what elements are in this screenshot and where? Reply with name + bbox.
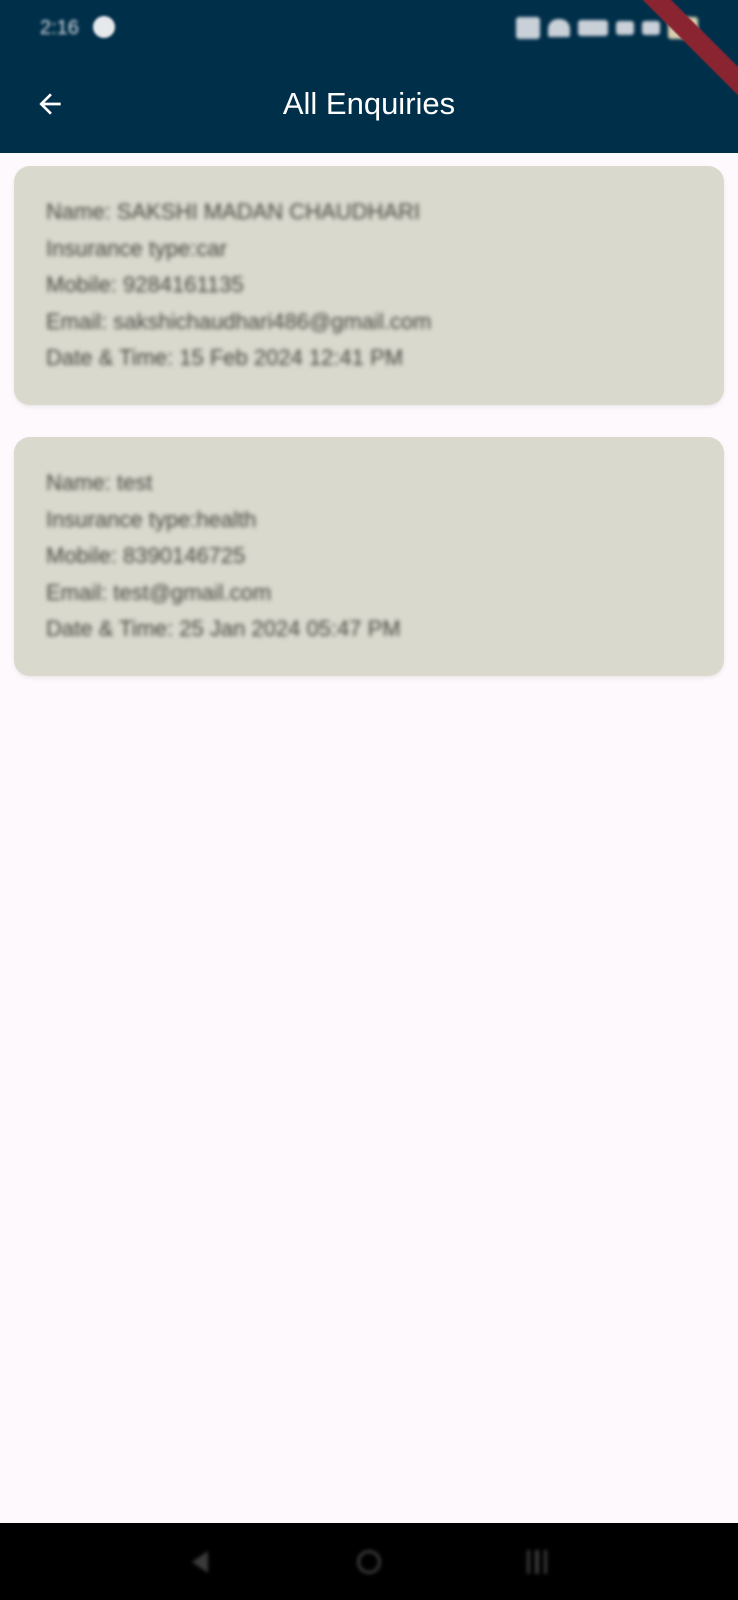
enquiry-name: Name: test bbox=[46, 470, 153, 495]
screen: 2:16 All Enquiries Name: SAKSHI MADAN CH… bbox=[0, 0, 738, 1600]
nav-home-button[interactable] bbox=[352, 1545, 386, 1579]
gallery-icon bbox=[516, 17, 540, 39]
signal-icon bbox=[642, 21, 660, 35]
status-time: 2:16 bbox=[40, 17, 79, 39]
signal-icon bbox=[616, 21, 634, 35]
notification-dot-icon bbox=[93, 16, 115, 38]
enquiry-mobile: Mobile: 8390146725 bbox=[46, 543, 246, 568]
enquiry-insurance-type: Insurance type:health bbox=[46, 506, 257, 532]
network-icon bbox=[578, 20, 608, 36]
enquiry-card[interactable]: Name: test Insurance type:health Mobile:… bbox=[14, 437, 724, 676]
circle-home-icon bbox=[357, 1550, 381, 1574]
enquiry-datetime: Date & Time: 25 Jan 2024 05:47 PM bbox=[46, 616, 401, 641]
top-bar: 2:16 All Enquiries bbox=[0, 0, 738, 153]
nav-recents-button[interactable] bbox=[520, 1545, 554, 1579]
nav-back-button[interactable] bbox=[183, 1545, 217, 1579]
enquiry-card[interactable]: Name: SAKSHI MADAN CHAUDHARI Insurance t… bbox=[14, 166, 724, 405]
status-bar: 2:16 bbox=[0, 0, 738, 58]
page-title: All Enquiries bbox=[282, 86, 456, 121]
wifi-icon bbox=[548, 19, 570, 37]
recents-icon bbox=[527, 1550, 547, 1574]
enquiry-datetime: Date & Time: 15 Feb 2024 12:41 PM bbox=[46, 345, 404, 370]
enquiry-email: Email: test@gmail.com bbox=[46, 579, 272, 605]
enquiry-mobile: Mobile: 9284161135 bbox=[46, 272, 244, 297]
system-navigation-bar bbox=[0, 1523, 738, 1600]
triangle-back-icon bbox=[192, 1551, 208, 1573]
enquiry-insurance-type: Insurance type:car bbox=[46, 235, 227, 261]
app-bar: All Enquiries bbox=[0, 58, 738, 153]
enquiry-name: Name: SAKSHI MADAN CHAUDHARI bbox=[46, 199, 421, 224]
enquiry-email: Email: sakshichaudhari486@gmail.com bbox=[46, 308, 432, 334]
